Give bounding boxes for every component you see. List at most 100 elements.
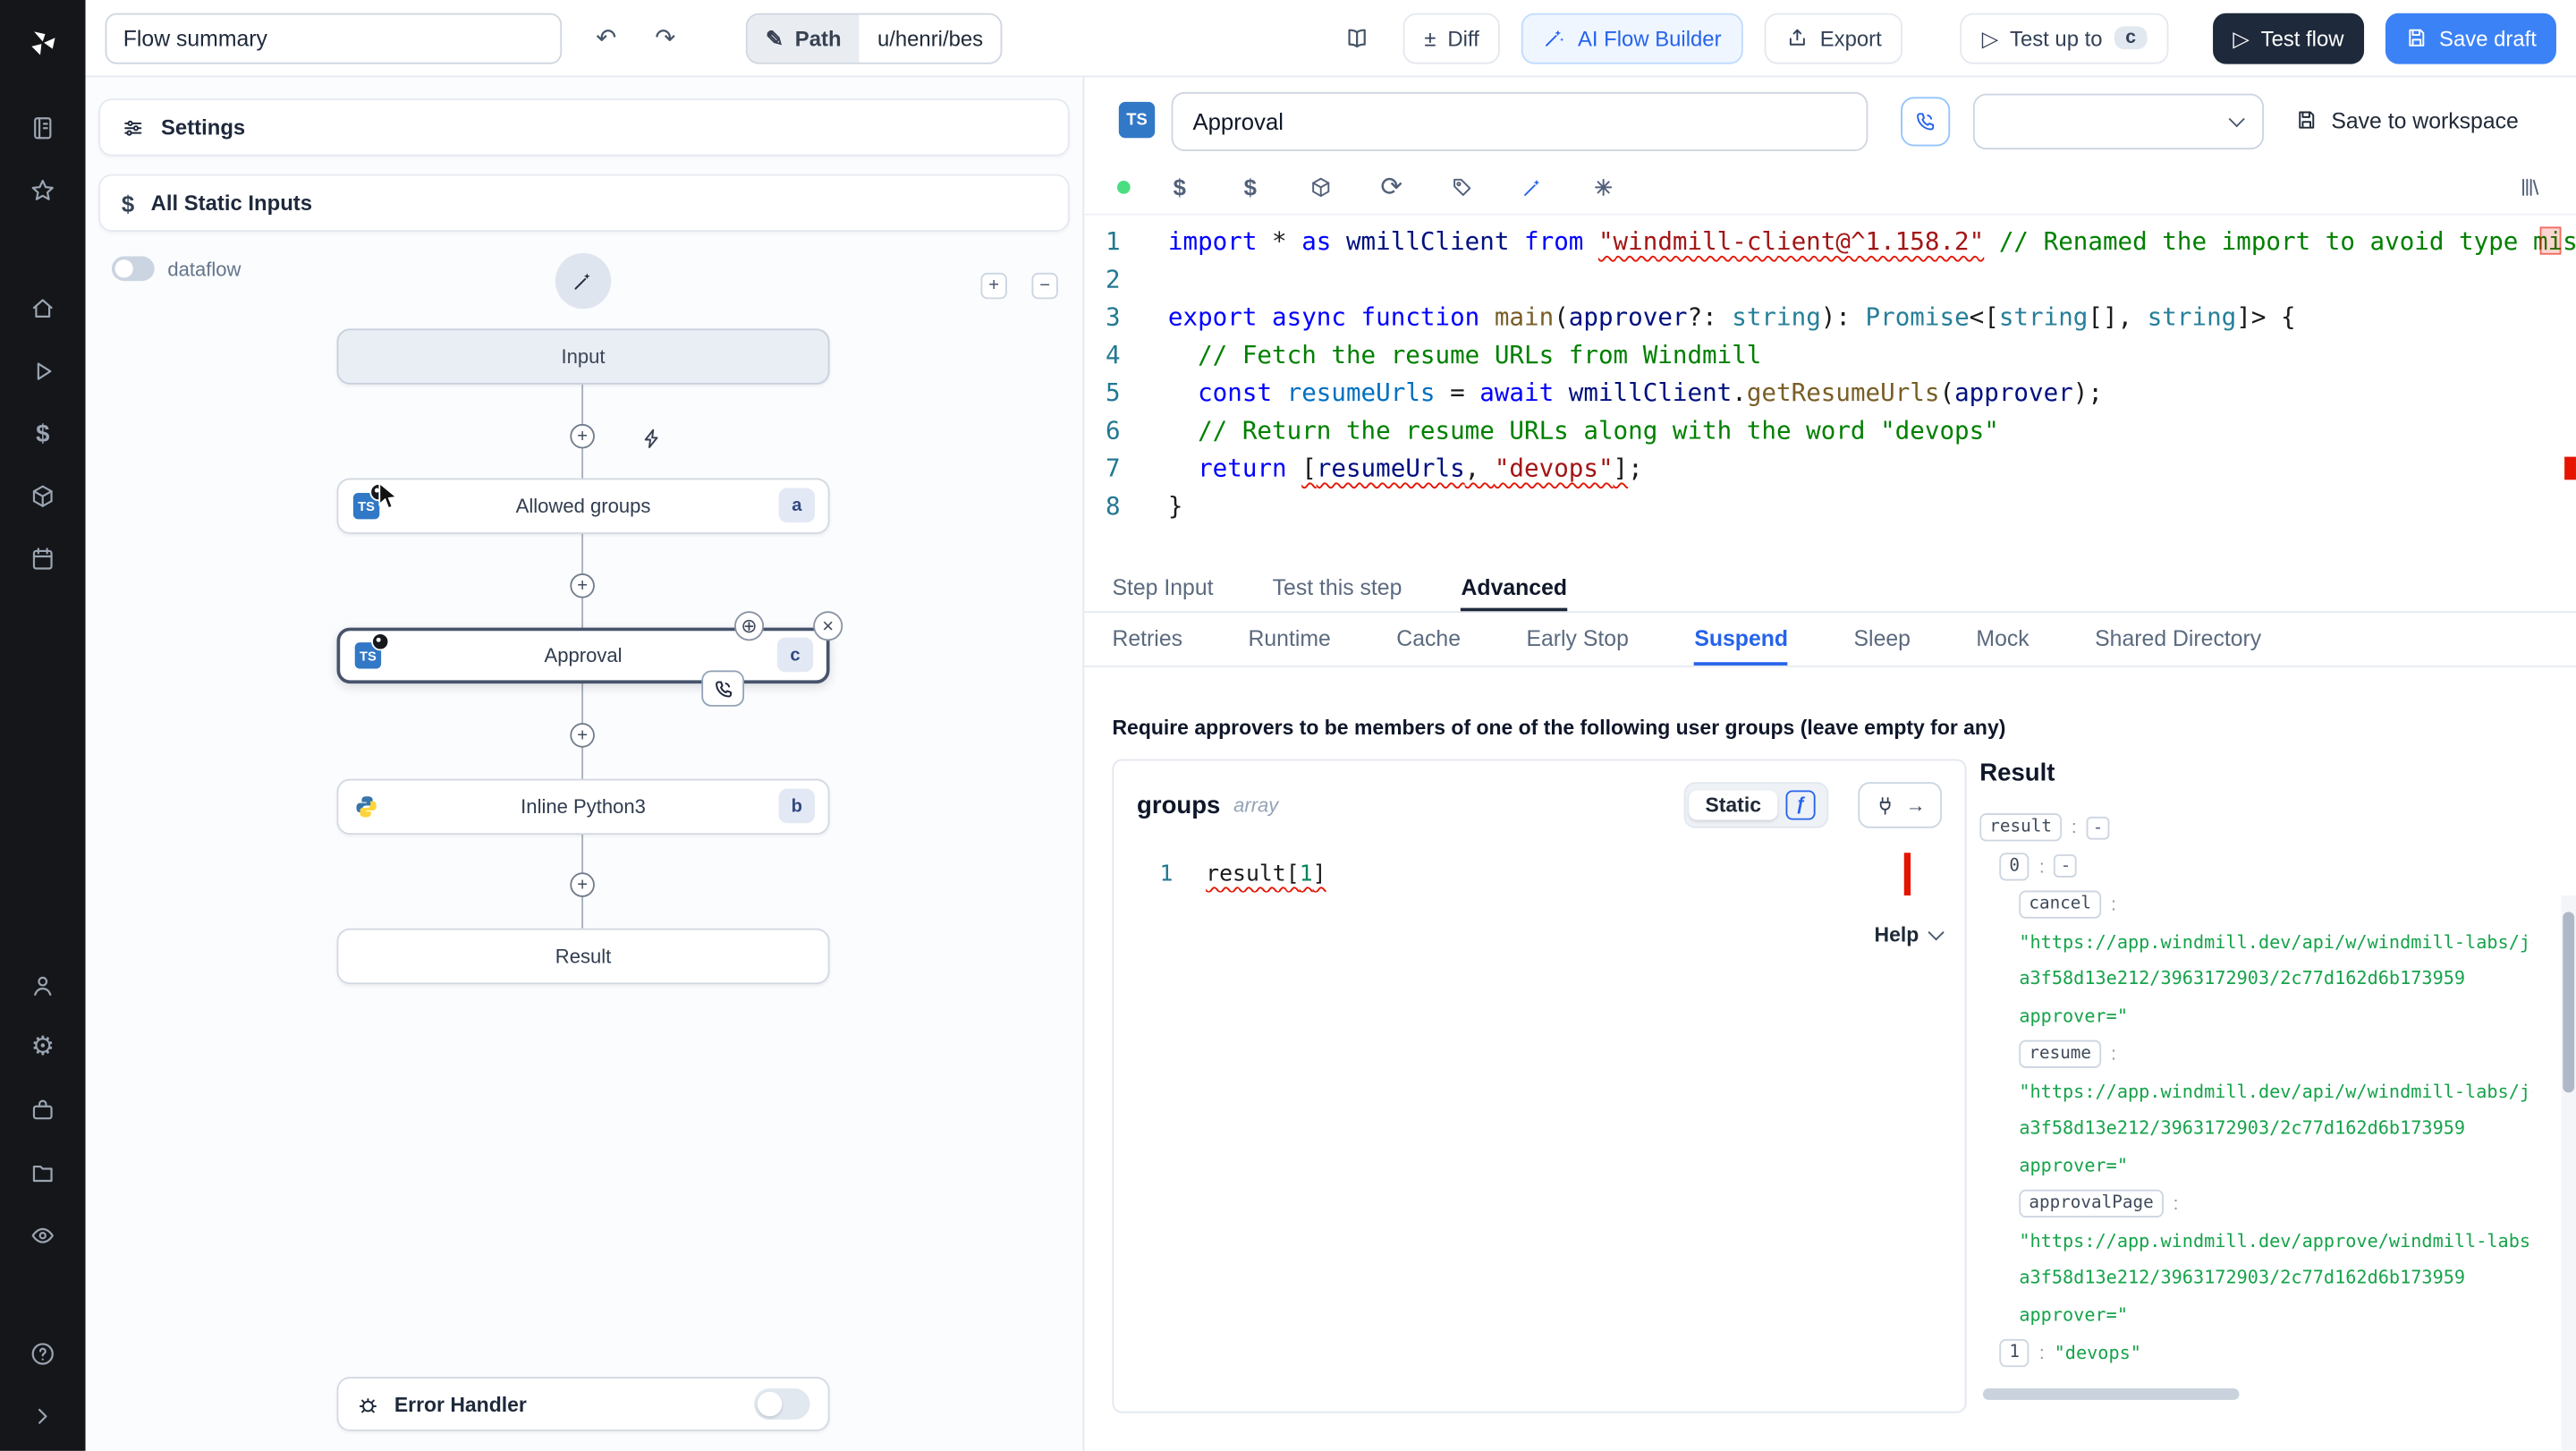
undo-button[interactable]: ↶ — [581, 13, 631, 64]
tab-retries[interactable]: Retries — [1112, 613, 1182, 666]
sidebar-settings-button[interactable]: ⚙ — [15, 1033, 71, 1063]
add-step-button[interactable]: + — [570, 573, 595, 598]
sidebar-variables-button[interactable]: $ — [15, 419, 71, 448]
ai-assistant-button[interactable] — [1520, 174, 1546, 199]
result-item[interactable]: 0:- — [1979, 847, 2531, 886]
error-handler-toggle[interactable] — [754, 1388, 810, 1420]
wand-icon — [574, 273, 590, 290]
tab-step-input[interactable]: Step Input — [1112, 567, 1213, 612]
code-editor[interactable]: 12345678 import * as wmillClient from "w… — [1084, 213, 2576, 567]
path-edit-segment[interactable]: ✎ Path — [747, 13, 860, 62]
script-picker-select[interactable] — [1972, 93, 2265, 150]
sidebar-home-button[interactable] — [15, 294, 71, 324]
dataflow-label: dataflow — [167, 257, 242, 281]
test-up-to-button[interactable]: ▷ Test up to c — [1960, 12, 2169, 64]
error-handler-row[interactable]: Error Handler — [336, 1377, 830, 1431]
help-toggle[interactable]: Help — [1137, 923, 1945, 946]
play-icon: ▷ — [2233, 25, 2250, 51]
tab-shared-directory[interactable]: Shared Directory — [2095, 613, 2261, 666]
sidebar-expand-button[interactable] — [15, 1402, 71, 1431]
horizontal-scrollbar[interactable] — [1982, 1388, 2240, 1400]
function-square-icon: ƒ — [1785, 790, 1816, 820]
toggle-knob — [114, 259, 133, 278]
graph-node-result[interactable]: Result — [336, 928, 830, 985]
windmill-logo[interactable] — [15, 15, 71, 71]
ai-flow-builder-button[interactable]: AI Flow Builder — [1521, 12, 1743, 64]
move-step-button[interactable]: ⊕ — [734, 611, 765, 641]
test-flow-button[interactable]: ▷ Test flow — [2213, 12, 2364, 64]
flow-graph-panel: Settings $ All Static Inputs dataflow + … — [85, 77, 1083, 1451]
tab-sleep[interactable]: Sleep — [1854, 613, 1911, 666]
redo-button[interactable]: ↷ — [640, 13, 690, 64]
star-icon — [31, 179, 54, 200]
error-handler-label: Error Handler — [394, 1392, 527, 1416]
tag-button[interactable] — [1449, 174, 1475, 199]
sidebar-workers-button[interactable] — [15, 1096, 71, 1125]
expression-editor[interactable]: 1 result[1] — [1137, 851, 1942, 896]
plug-icon — [1879, 796, 1891, 814]
overview-error-mark — [2539, 226, 2562, 255]
tab-early-stop[interactable]: Early Stop — [1526, 613, 1628, 666]
flow-settings-row[interactable]: Settings — [98, 98, 1070, 157]
sidebar-audit-button[interactable] — [15, 1221, 71, 1251]
book-button[interactable] — [1333, 13, 1382, 64]
scrollbar-thumb[interactable] — [2563, 912, 2575, 1093]
graph-node-allowed-groups[interactable]: TS Allowed groups a — [336, 478, 830, 534]
sidebar-favorites-button[interactable] — [15, 176, 71, 206]
library-button[interactable] — [2517, 174, 2543, 199]
sidebar-folders-button[interactable] — [15, 1158, 71, 1188]
zoom-in-button[interactable]: + — [980, 272, 1007, 300]
path-control[interactable]: ✎ Path u/henri/bes — [745, 12, 1004, 64]
sidebar-runs-button[interactable] — [15, 357, 71, 386]
result-item[interactable]: approvalPage: — [1979, 1184, 2531, 1223]
home-icon — [32, 299, 53, 318]
dataflow-toggle[interactable] — [111, 256, 155, 282]
resources-dollar-button[interactable]: $ — [1237, 174, 1263, 199]
result-item[interactable]: resume: — [1979, 1035, 2531, 1073]
add-step-button[interactable]: + — [570, 872, 595, 897]
ai-graph-wand-button[interactable] — [555, 252, 612, 310]
tab-cache[interactable]: Cache — [1396, 613, 1461, 666]
sidebar-users-button[interactable] — [15, 972, 71, 1001]
flow-settings-label: Settings — [160, 115, 246, 140]
delete-step-button[interactable]: × — [813, 611, 843, 641]
vertical-scrollbar[interactable] — [2561, 895, 2576, 1451]
tab-test-this-step[interactable]: Test this step — [1273, 567, 1402, 612]
suspend-phone-indicator[interactable] — [701, 670, 745, 707]
add-step-button[interactable]: + — [570, 723, 595, 748]
sidebar-resources-button[interactable] — [15, 481, 71, 511]
diff-button[interactable]: ± Diff — [1402, 12, 1501, 64]
tab-advanced[interactable]: Advanced — [1461, 567, 1568, 612]
notebook-icon — [34, 117, 52, 140]
all-static-inputs-row[interactable]: $ All Static Inputs — [98, 174, 1070, 232]
step-name-input[interactable] — [1171, 91, 1868, 151]
format-button[interactable] — [1590, 174, 1616, 199]
wand-icon — [1524, 178, 1540, 196]
tab-runtime[interactable]: Runtime — [1248, 613, 1330, 666]
sidebar-docs-button[interactable] — [15, 114, 71, 143]
add-step-button[interactable]: + — [570, 423, 595, 449]
tab-mock[interactable]: Mock — [1976, 613, 2029, 666]
result-item[interactable]: 1: "devops" — [1979, 1334, 2531, 1372]
graph-node-input[interactable]: Input — [336, 328, 830, 385]
flow-summary-input[interactable] — [105, 12, 563, 64]
result-item[interactable]: result: - — [1979, 809, 2531, 847]
graph-node-inline-python3[interactable]: Inline Python3 b — [336, 778, 830, 836]
export-button[interactable]: Export — [1764, 12, 1903, 64]
zoom-out-button[interactable]: − — [1031, 272, 1058, 300]
reload-button[interactable]: ⟳ — [1378, 174, 1404, 201]
lsp-status-dot — [1116, 180, 1131, 193]
trigger-bolt-button[interactable] — [640, 424, 668, 452]
save-to-workspace-button[interactable]: Save to workspace — [2295, 100, 2519, 140]
save-draft-button[interactable]: Save draft — [2385, 12, 2556, 64]
connect-input-button[interactable]: → — [1858, 782, 1943, 828]
static-mode-segment[interactable]: Static — [1689, 790, 1778, 820]
suspend-phone-button[interactable] — [1901, 97, 1951, 147]
variables-button[interactable]: $ — [1166, 174, 1192, 199]
result-item[interactable]: cancel: — [1979, 886, 2531, 924]
sidebar-help-button[interactable] — [15, 1339, 71, 1369]
javascript-mode-segment[interactable]: ƒ — [1777, 790, 1823, 820]
sidebar-schedules-button[interactable] — [15, 544, 71, 573]
tab-suspend[interactable]: Suspend — [1694, 613, 1789, 666]
package-button[interactable] — [1308, 174, 1334, 199]
